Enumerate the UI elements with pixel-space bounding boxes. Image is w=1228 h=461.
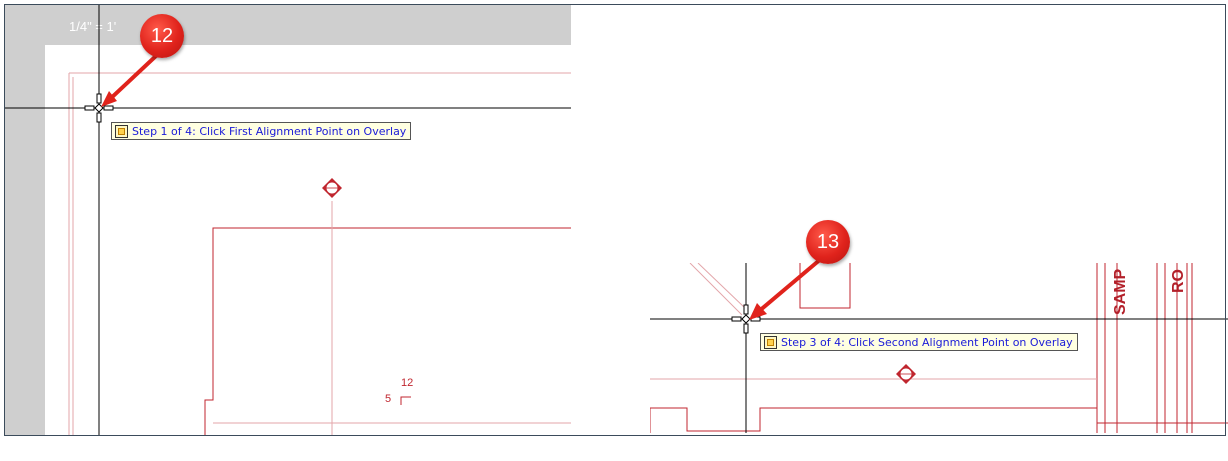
step-callout-13: 13 — [806, 220, 850, 264]
overlay-tool-icon — [115, 124, 128, 138]
room-label-ro: RO — [1170, 269, 1187, 293]
left-screenshot: 1/4" = 1' 12 5 Step 1 of 4: Click First … — [4, 4, 571, 436]
dimension-value: 12 — [401, 377, 414, 389]
callout-number: 13 — [816, 230, 840, 253]
callout-number: 12 — [150, 24, 174, 47]
alignment-tooltip-step1: Step 1 of 4: Click First Alignment Point… — [111, 122, 412, 140]
callout-arrow-12 — [101, 53, 159, 107]
room-label-samp: SAMP — [1112, 268, 1129, 315]
alignment-tooltip-step3: Step 3 of 4: Click Second Alignment Poin… — [760, 333, 1078, 351]
tooltip-text: Step 1 of 4: Click First Alignment Point… — [132, 124, 407, 138]
right-screenshot: SAMP RO Step 3 of 4: Click Second Alignm… — [650, 263, 1228, 433]
overlay-tool-icon — [764, 335, 777, 349]
step-callout-12: 12 — [140, 14, 184, 58]
dimension-label: 5 — [385, 393, 392, 405]
tooltip-text: Step 3 of 4: Click Second Alignment Poin… — [781, 335, 1073, 349]
